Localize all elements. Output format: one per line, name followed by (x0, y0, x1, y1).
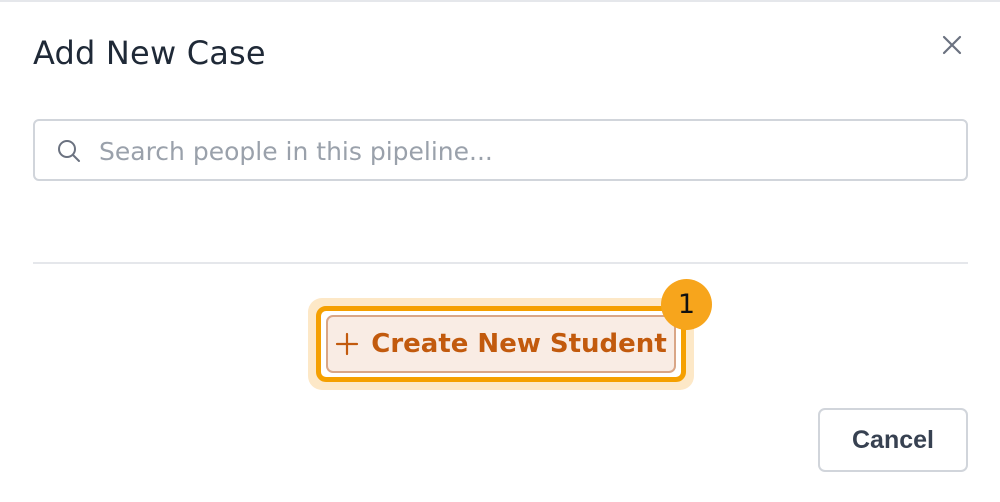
section-divider (33, 262, 968, 264)
search-box[interactable] (33, 119, 968, 181)
create-new-student-button[interactable]: Create New Student (316, 306, 686, 382)
close-icon (942, 35, 962, 55)
step-badge: 1 (661, 279, 712, 330)
create-new-student-button-inner[interactable]: Create New Student (326, 315, 676, 373)
search-icon (58, 140, 80, 162)
dialog-title: Add New Case (33, 34, 266, 72)
add-new-case-dialog: Add New Case Create New Student 1 Cancel (0, 0, 1000, 502)
search-input[interactable] (97, 121, 951, 181)
close-button[interactable] (934, 27, 970, 63)
plus-icon (336, 332, 359, 356)
cancel-button[interactable]: Cancel (818, 408, 968, 472)
create-new-student-label: Create New Student (371, 329, 667, 359)
